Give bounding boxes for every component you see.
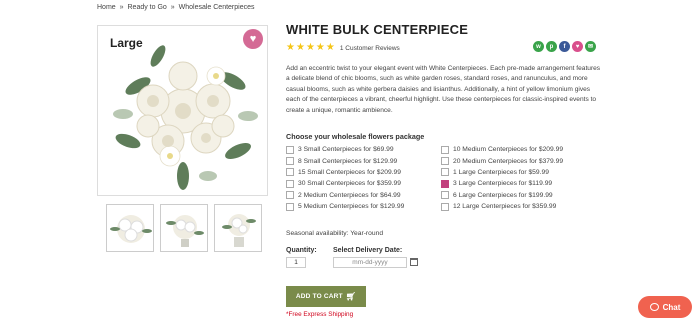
- package-label: 8 Small Centerpieces for $129.99: [298, 157, 398, 165]
- seasonal-availability: Seasonal availability: Year-round: [286, 230, 384, 237]
- thumbnail-2[interactable]: [160, 204, 208, 252]
- package-option-selected[interactable]: 3 Large Centerpieces for $119.99: [441, 178, 563, 189]
- rating: ★ ★ ★ ★ ★ 1 Customer Reviews: [286, 43, 400, 53]
- checkbox[interactable]: [286, 191, 294, 200]
- star-icon: ★: [286, 42, 295, 53]
- bouquet-illustration: [113, 45, 258, 190]
- package-label: 30 Small Centerpieces for $359.99: [298, 180, 401, 188]
- package-label: 1 Large Centerpieces for $59.99: [453, 168, 549, 176]
- share-icons: w p f ♥ ✉: [533, 41, 596, 52]
- thumbnail-1[interactable]: [106, 204, 154, 252]
- package-title: Choose your wholesale flowers package: [286, 132, 425, 141]
- checkbox[interactable]: [286, 202, 294, 211]
- chat-bubble-icon: [649, 303, 659, 311]
- star-icon: ★: [305, 42, 315, 53]
- pinterest-icon[interactable]: p: [546, 41, 557, 52]
- checkbox[interactable]: [441, 157, 449, 166]
- checkbox-checked[interactable]: [441, 179, 449, 188]
- package-label: 2 Medium Centerpieces for $64.99: [298, 191, 401, 199]
- heart-icon[interactable]: ♥: [572, 41, 583, 52]
- delivery-date-input[interactable]: mm-dd-yyyy: [333, 257, 407, 268]
- checkbox[interactable]: [441, 191, 449, 200]
- package-label: 3 Large Centerpieces for $119.99: [453, 180, 553, 188]
- package-label: 12 Large Centerpieces for $359.99: [453, 203, 557, 211]
- quantity-label: Quantity:: [286, 247, 317, 254]
- thumbnail-bouquet-image: [222, 214, 256, 247]
- package-label: 10 Medium Centerpieces for $209.99: [453, 146, 564, 154]
- thumbnail-strip: [106, 204, 262, 252]
- chat-label: Chat: [662, 302, 681, 312]
- star-icon: ★: [315, 42, 325, 53]
- wishlist-heart-icon[interactable]: ♥: [243, 29, 263, 49]
- breadcrumb: Home » Ready to Go » Wholesale Centerpie…: [97, 4, 255, 11]
- package-option[interactable]: 1 Large Centerpieces for $59.99: [441, 167, 563, 178]
- product-description: Add an eccentric twist to your elegant e…: [286, 65, 601, 114]
- whatsapp-icon[interactable]: w: [533, 41, 544, 52]
- star-icon: ★: [325, 42, 335, 53]
- checkbox[interactable]: [286, 145, 294, 154]
- package-label: 5 Medium Centerpieces for $129.99: [298, 203, 405, 211]
- checkbox[interactable]: [441, 168, 449, 177]
- quantity-input[interactable]: 1: [286, 257, 306, 268]
- product-title: WHITE BULK CENTERPIECE: [286, 22, 469, 37]
- facebook-icon[interactable]: f: [559, 41, 570, 52]
- package-label: 3 Small Centerpieces for $69.99: [298, 146, 394, 154]
- checkbox[interactable]: [441, 202, 449, 211]
- package-label: 6 Large Centerpieces for $199.99: [453, 191, 553, 199]
- package-options-right: 10 Medium Centerpieces for $209.99 20 Me…: [441, 144, 563, 212]
- package-option[interactable]: 2 Medium Centerpieces for $64.99: [286, 190, 404, 201]
- checkbox[interactable]: [286, 157, 294, 166]
- package-option[interactable]: 30 Small Centerpieces for $359.99: [286, 178, 404, 189]
- size-label: Large: [110, 36, 143, 50]
- package-option[interactable]: 8 Small Centerpieces for $129.99: [286, 155, 404, 166]
- add-to-cart-button[interactable]: ADD TO CART 🛒︎: [286, 286, 366, 307]
- shipping-note: *Free Express Shipping: [286, 311, 354, 318]
- package-option[interactable]: 6 Large Centerpieces for $199.99: [441, 190, 563, 201]
- package-option[interactable]: 3 Small Centerpieces for $69.99: [286, 144, 404, 155]
- chat-button[interactable]: Chat: [638, 296, 692, 318]
- package-options-left: 3 Small Centerpieces for $69.99 8 Small …: [286, 144, 404, 212]
- thumbnail-3[interactable]: [214, 204, 262, 252]
- package-option[interactable]: 10 Medium Centerpieces for $209.99: [441, 144, 563, 155]
- product-main-image[interactable]: Large ♥: [97, 25, 268, 196]
- package-label: 20 Medium Centerpieces for $379.99: [453, 157, 564, 165]
- breadcrumb-ready-to-go[interactable]: Ready to Go: [128, 4, 167, 11]
- calendar-icon[interactable]: [410, 258, 418, 266]
- package-option[interactable]: 20 Medium Centerpieces for $379.99: [441, 155, 563, 166]
- package-option[interactable]: 15 Small Centerpieces for $209.99: [286, 167, 404, 178]
- email-icon[interactable]: ✉: [585, 41, 596, 52]
- add-to-cart-label: ADD TO CART: [295, 293, 343, 300]
- star-icon: ★: [295, 42, 305, 53]
- breadcrumb-separator: »: [170, 4, 175, 11]
- thumbnail-bouquet-image: [166, 215, 204, 247]
- thumbnail-bouquet-image: [110, 215, 152, 243]
- package-option[interactable]: 12 Large Centerpieces for $359.99: [441, 201, 563, 212]
- package-option[interactable]: 5 Medium Centerpieces for $129.99: [286, 201, 404, 212]
- breadcrumb-home[interactable]: Home: [97, 4, 116, 11]
- checkbox[interactable]: [286, 179, 294, 188]
- checkbox[interactable]: [441, 145, 449, 154]
- package-label: 15 Small Centerpieces for $209.99: [298, 168, 401, 176]
- reviews-link[interactable]: 1 Customer Reviews: [340, 45, 400, 52]
- breadcrumb-current[interactable]: Wholesale Centerpieces: [179, 4, 255, 11]
- cart-icon: 🛒︎: [345, 292, 357, 301]
- breadcrumb-separator: »: [119, 4, 124, 11]
- delivery-date-label: Select Delivery Date:: [333, 247, 403, 254]
- checkbox[interactable]: [286, 168, 294, 177]
